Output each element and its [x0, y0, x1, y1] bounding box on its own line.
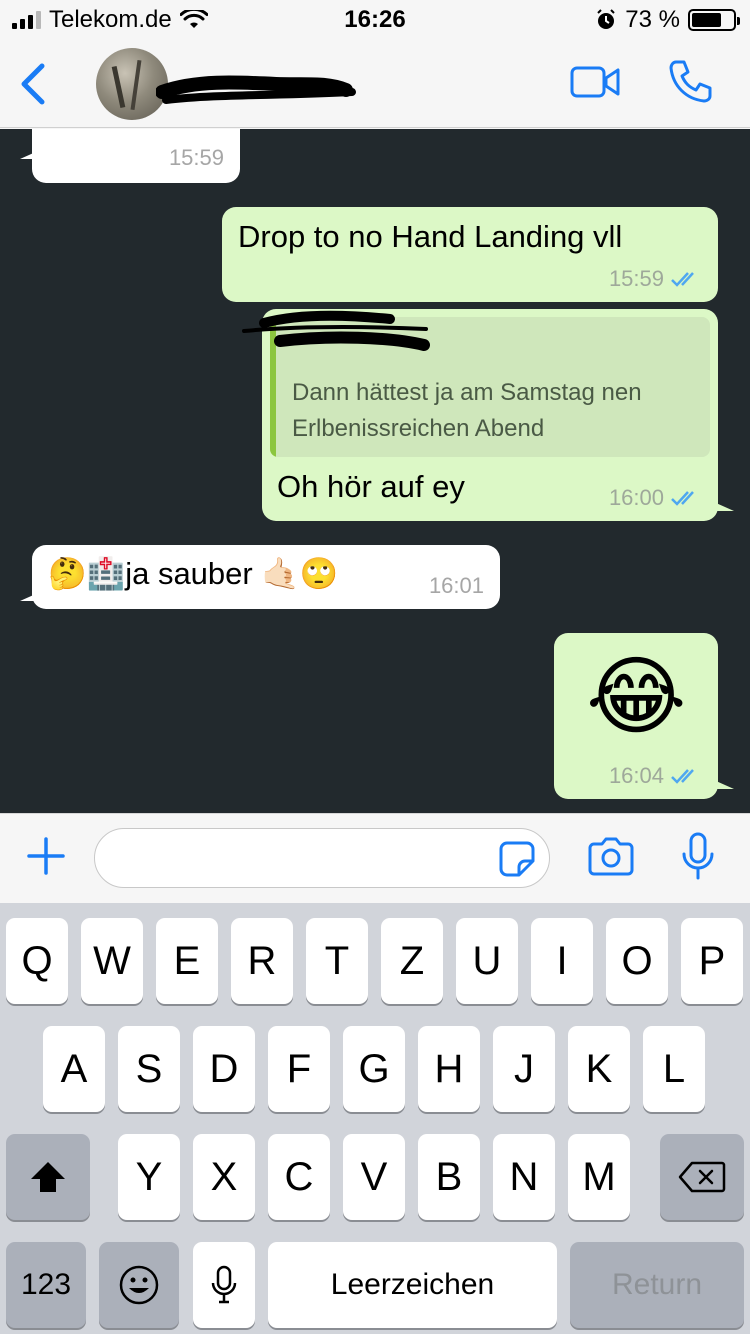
- message-bubble-outgoing[interactable]: Drop to no Hand Landing vll 15:59: [222, 207, 718, 302]
- key-b[interactable]: B: [418, 1134, 480, 1220]
- chat-thread[interactable]: 15:59 Drop to no Hand Landing vll 15:59 …: [0, 129, 750, 813]
- key-s[interactable]: S: [118, 1026, 180, 1112]
- key-x[interactable]: X: [193, 1134, 255, 1220]
- key-y[interactable]: Y: [118, 1134, 180, 1220]
- battery-icon: [688, 9, 740, 31]
- key-z[interactable]: Z: [381, 918, 443, 1004]
- status-bar: Telekom.de 16:26 73 %: [0, 0, 750, 40]
- key-m[interactable]: M: [568, 1134, 630, 1220]
- video-camera-icon[interactable]: [570, 64, 620, 100]
- message-time: 15:59: [608, 266, 664, 291]
- camera-icon[interactable]: [588, 836, 634, 876]
- space-key[interactable]: Leerzeichen: [268, 1242, 557, 1328]
- message-bubble-incoming[interactable]: 🤔🏥ja sauber 🤙🏻🙄 16:01: [20, 545, 500, 609]
- back-chevron-icon[interactable]: [14, 60, 50, 108]
- shift-arrow-icon: [31, 1162, 65, 1192]
- backspace-key[interactable]: [660, 1134, 744, 1220]
- key-p[interactable]: P: [681, 918, 743, 1004]
- key-w[interactable]: W: [81, 918, 143, 1004]
- message-time: 16:00: [608, 485, 664, 510]
- message-text: 🤔🏥ja sauber 🤙🏻🙄: [48, 556, 339, 591]
- message-input[interactable]: [94, 828, 550, 888]
- keyboard-row-1: Q W E R T Z U I O P: [0, 918, 750, 1004]
- key-l[interactable]: L: [643, 1026, 705, 1112]
- shift-key[interactable]: [6, 1134, 90, 1220]
- key-k[interactable]: K: [568, 1026, 630, 1112]
- key-j[interactable]: J: [493, 1026, 555, 1112]
- key-q[interactable]: Q: [6, 918, 68, 1004]
- quoted-text: Dann hättest ja am Samstag nen Erlbeniss…: [292, 379, 642, 442]
- message-time: 15:59: [168, 145, 224, 170]
- backspace-icon: [678, 1161, 726, 1193]
- key-t[interactable]: T: [306, 918, 368, 1004]
- keyboard-row-3: Y X C V B N M: [0, 1134, 750, 1220]
- alarm-icon: [597, 9, 616, 29]
- key-d[interactable]: D: [193, 1026, 255, 1112]
- redacted-contact-name[interactable]: [156, 70, 356, 110]
- redacted-quote-author: [242, 310, 430, 351]
- key-i[interactable]: I: [531, 918, 593, 1004]
- message-time: 16:01: [428, 573, 484, 598]
- key-g[interactable]: G: [343, 1026, 405, 1112]
- message-text: Drop to no Hand Landing vll: [238, 219, 623, 254]
- message-composer: [0, 813, 750, 903]
- message-bubble-incoming[interactable]: 15:59: [20, 129, 240, 183]
- key-u[interactable]: U: [456, 918, 518, 1004]
- message-text: Oh hör auf ey: [277, 469, 465, 504]
- chat-header: [0, 40, 750, 128]
- key-v[interactable]: V: [343, 1134, 405, 1220]
- plus-icon[interactable]: [26, 836, 66, 876]
- key-c[interactable]: C: [268, 1134, 330, 1220]
- status-right: 73 %: [595, 6, 740, 34]
- emoji-key[interactable]: [99, 1242, 179, 1328]
- message-bubble-outgoing-reply[interactable]: Dann hättest ja am Samstag nen Erlbeniss…: [242, 309, 734, 521]
- message-bubble-outgoing-emoji[interactable]: 😂 16:04: [554, 633, 734, 799]
- read-receipt-icon: [671, 769, 694, 784]
- numbers-key[interactable]: 123: [6, 1242, 86, 1328]
- return-key[interactable]: Return: [570, 1242, 744, 1328]
- microphone-icon[interactable]: [680, 832, 716, 882]
- key-h[interactable]: H: [418, 1026, 480, 1112]
- message-emoji: 😂: [586, 649, 687, 745]
- dictation-key[interactable]: [193, 1242, 255, 1328]
- dictation-mic-icon: [211, 1265, 237, 1304]
- key-n[interactable]: N: [493, 1134, 555, 1220]
- key-o[interactable]: O: [606, 918, 668, 1004]
- key-e[interactable]: E: [156, 918, 218, 1004]
- keyboard-row-2: A S D F G H J K L: [0, 1026, 750, 1112]
- sticker-icon[interactable]: [499, 841, 535, 877]
- emoji-smiley-icon: [119, 1265, 159, 1305]
- read-receipt-icon: [671, 272, 694, 287]
- keyboard: Q W E R T Z U I O P A S D F G H J K L Y …: [0, 903, 750, 1334]
- message-time: 16:04: [608, 763, 664, 788]
- key-f[interactable]: F: [268, 1026, 330, 1112]
- key-a[interactable]: A: [43, 1026, 105, 1112]
- phone-icon[interactable]: [668, 58, 714, 104]
- read-receipt-icon: [671, 491, 694, 506]
- key-r[interactable]: R: [231, 918, 293, 1004]
- battery-percentage: 73 %: [625, 6, 680, 33]
- keyboard-row-4: 123 Leerzeichen Return: [0, 1242, 750, 1328]
